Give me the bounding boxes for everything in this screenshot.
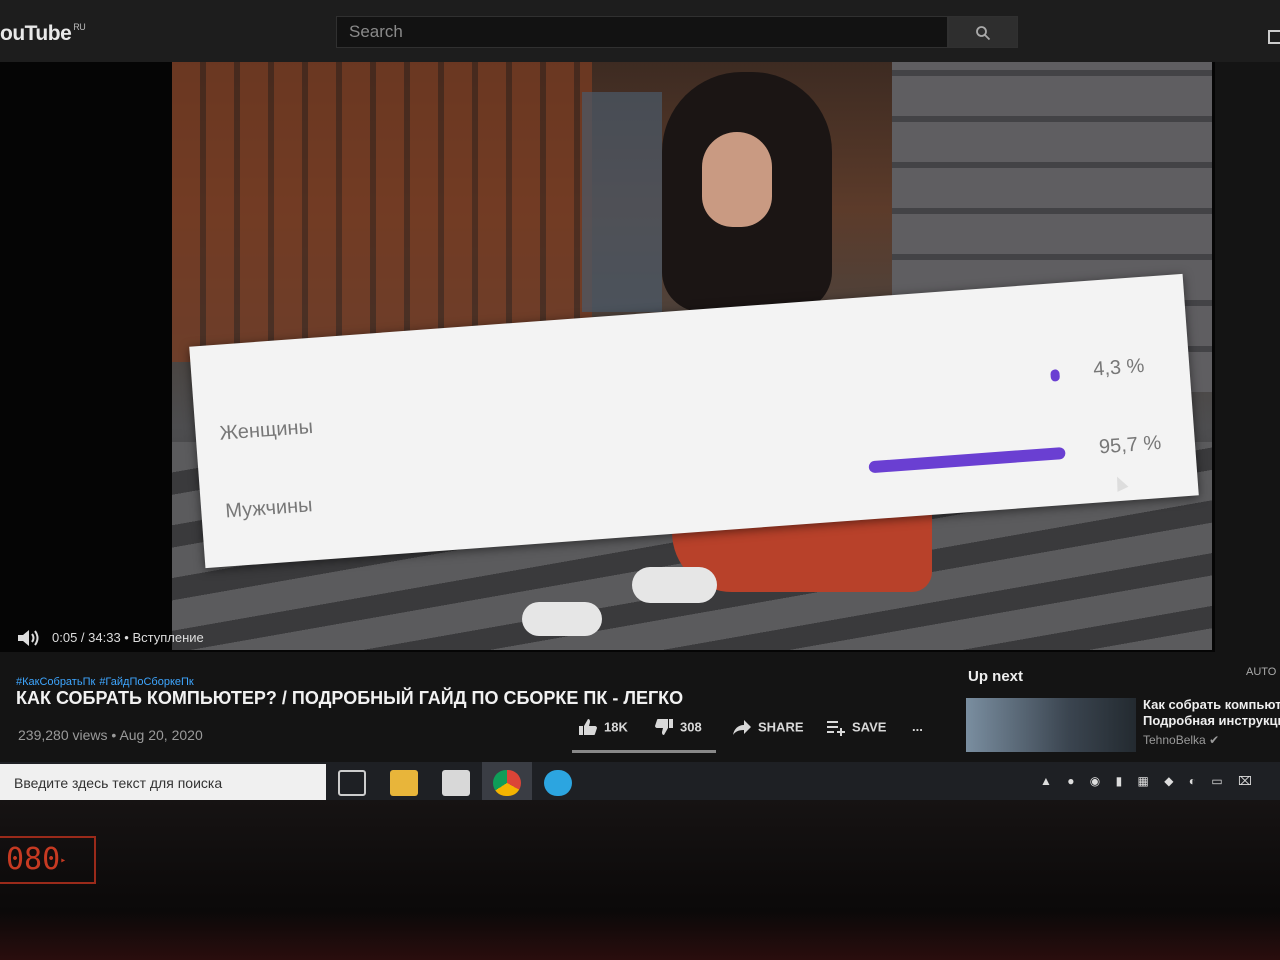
search-icon: [976, 26, 991, 41]
dislike-button[interactable]: 308: [654, 718, 702, 742]
audience-bar: [1050, 369, 1061, 382]
file-explorer-icon[interactable]: [390, 770, 418, 796]
dislike-count: 308: [680, 719, 702, 735]
video-player[interactable]: Женщины 4,3 % Мужчины 95,7 % 0:05 / 34:3…: [0, 62, 1215, 652]
video-scene-window: [582, 92, 662, 312]
share-icon: [733, 720, 751, 735]
taskbar-search-input[interactable]: Введите здесь текст для поиска: [0, 764, 326, 800]
video-meta: 239,280 views • Aug 20, 2020: [18, 727, 203, 743]
upload-icon[interactable]: [1268, 30, 1280, 44]
video-title: КАК СОБРАТЬ КОМПЬЮТЕР? / ПОДРОБНЫЙ ГАЙД …: [16, 688, 684, 708]
audience-percent: 95,7 %: [1098, 431, 1162, 459]
up-next-title-line: Как собрать компьют: [1143, 697, 1280, 712]
like-count: 18K: [604, 719, 628, 735]
monitor-bezel: [0, 800, 1280, 960]
task-view-icon[interactable]: [338, 770, 366, 796]
view-count: 239,280 views: [18, 727, 108, 743]
hashtags: #КакСобратьПк #ГайдПоСборкеПк: [16, 676, 198, 688]
more-icon: ...: [912, 719, 923, 735]
search-input[interactable]: Search: [336, 16, 948, 48]
audience-bar-track: [854, 369, 1061, 396]
share-label: SHARE: [758, 719, 804, 735]
up-next-title-line: Подробная инструкци: [1143, 713, 1280, 728]
system-tray[interactable]: ▲ ● ◉ ▮ ▦ ◆ ◐ ▭ ⌧: [1040, 774, 1258, 788]
monitor-screen: ouTube RU Search Женщины 4,3 % Мужчины 9…: [0, 0, 1280, 800]
video-scene-bricks: [172, 62, 592, 362]
up-next-heading: Up next: [968, 668, 1024, 685]
telegram-icon[interactable]: [544, 770, 572, 796]
volume-icon[interactable]: [16, 628, 42, 648]
logo-text: ouTube: [0, 22, 72, 45]
youtube-logo[interactable]: ouTube RU: [0, 22, 86, 46]
logo-region: RU: [73, 22, 86, 32]
hashtag-link[interactable]: #ГайдПоСборкеПк: [99, 676, 193, 688]
upload-date: Aug 20, 2020: [119, 727, 203, 743]
save-button[interactable]: SAVE: [826, 718, 886, 742]
audience-bar-track: [859, 446, 1066, 474]
audience-label: Мужчины: [224, 494, 314, 523]
thumbs-up-icon: [579, 719, 597, 735]
windows-taskbar: Введите здесь текст для поиска ▲ ● ◉ ▮ ▦…: [0, 762, 1280, 800]
like-ratio-bar: [572, 750, 716, 753]
video-scene-person-face: [702, 132, 772, 227]
audience-percent: 4,3 %: [1092, 354, 1146, 381]
osd-value: 080: [6, 842, 61, 877]
audience-label: Женщины: [218, 415, 314, 445]
chrome-icon[interactable]: [493, 770, 521, 796]
like-button[interactable]: 18K: [578, 718, 628, 742]
youtube-header: ouTube RU Search: [0, 0, 1280, 62]
search-button[interactable]: [948, 16, 1018, 48]
hashtag-link[interactable]: #КакСобратьПк: [16, 676, 95, 688]
channel-name: TehnoBelka: [1143, 733, 1206, 747]
up-next-video-title[interactable]: Как собрать компьют Подробная инструкци: [1143, 697, 1280, 729]
more-actions-button[interactable]: ...: [912, 718, 923, 742]
monitor-osd: 080▸: [0, 836, 96, 884]
up-next-thumbnail[interactable]: [966, 698, 1136, 752]
osd-arrow-icon: ▸: [60, 855, 67, 866]
save-label: SAVE: [852, 719, 887, 735]
thumbs-down-icon: [655, 719, 673, 735]
autoplay-toggle[interactable]: AUTO: [1246, 666, 1276, 678]
meta-separator: •: [111, 727, 117, 743]
video-scene-shoe: [632, 567, 717, 603]
playlist-add-icon: [827, 721, 845, 736]
mail-icon[interactable]: [442, 770, 470, 796]
time-display: 0:05 / 34:33 • Вступление: [52, 630, 204, 645]
video-scene-shoe: [522, 602, 602, 636]
audience-bar: [868, 446, 1066, 474]
up-next-channel[interactable]: TehnoBelka ✔: [1143, 733, 1219, 747]
verified-icon: ✔: [1209, 733, 1220, 747]
share-button[interactable]: SHARE: [732, 718, 804, 742]
